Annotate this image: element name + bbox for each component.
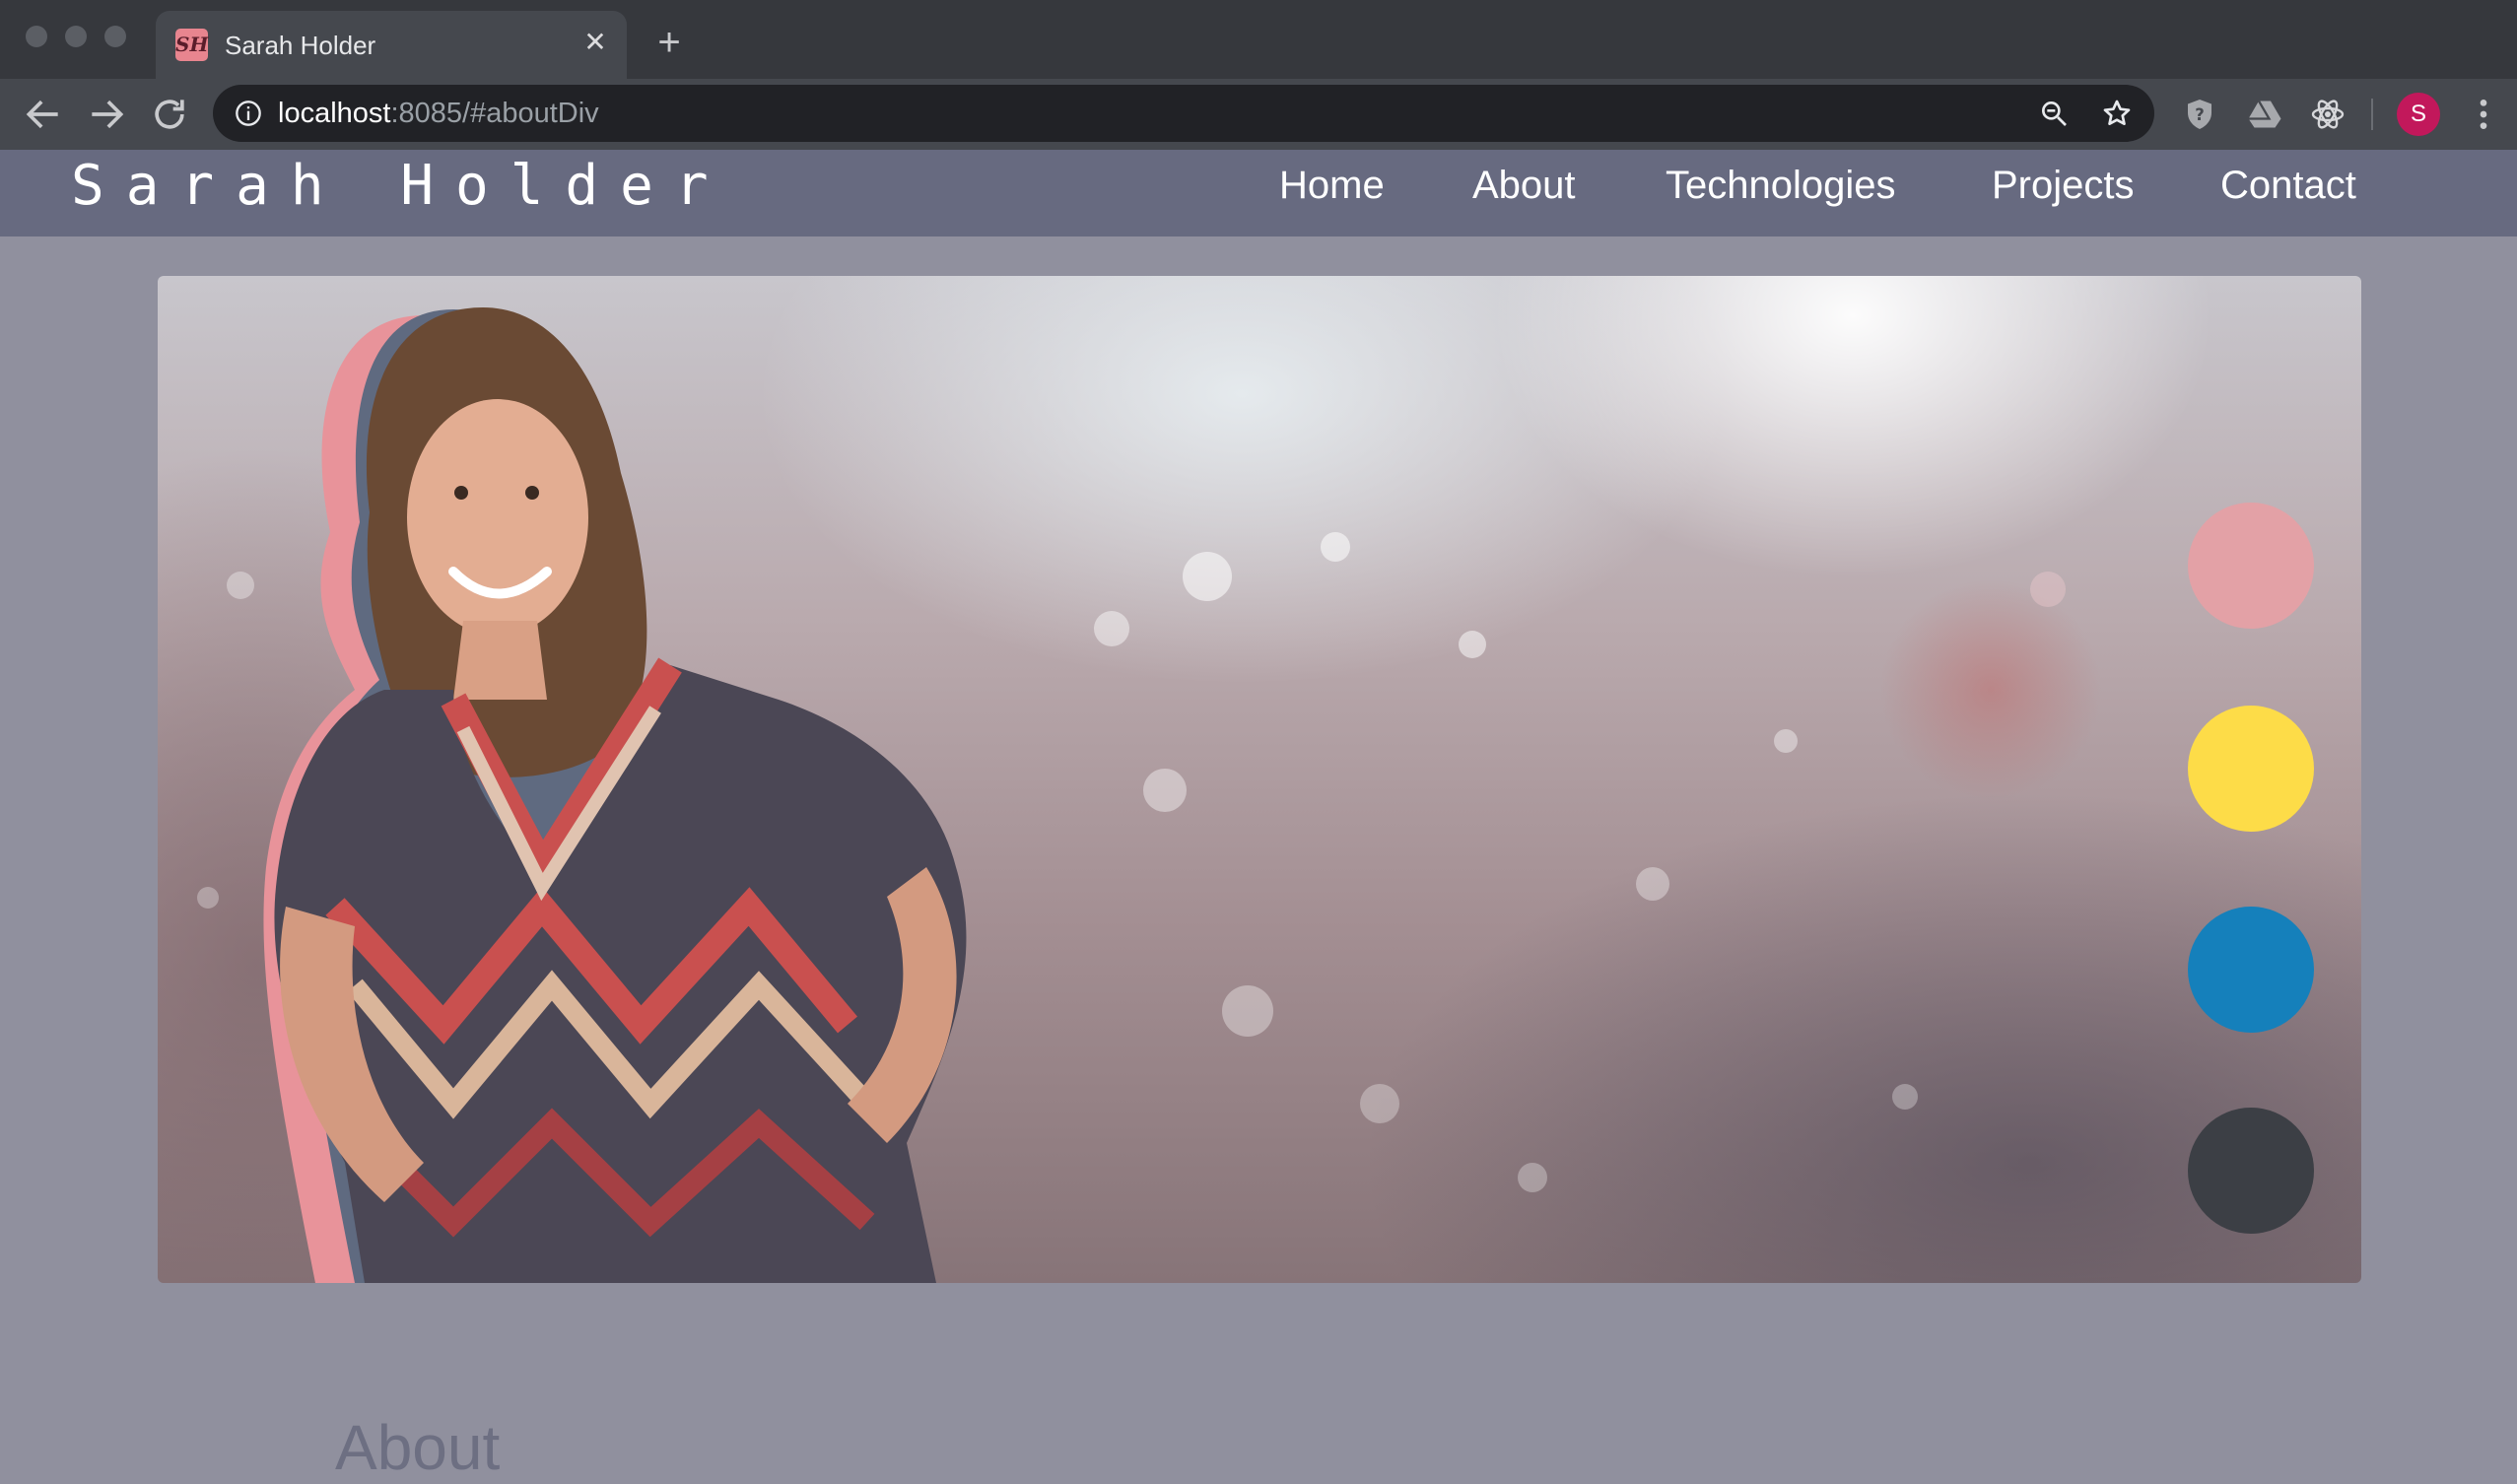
zoom-icon[interactable] xyxy=(2038,98,2070,129)
nav-projects[interactable]: Projects xyxy=(1992,164,2135,208)
site-brand[interactable]: Sarah Holder xyxy=(71,154,730,218)
color-swatch-charcoal[interactable] xyxy=(2188,1108,2314,1234)
tab-favicon: SH xyxy=(175,29,208,61)
url-text: localhost:8085/#aboutDiv xyxy=(278,98,599,130)
bokeh-light xyxy=(1518,1163,1547,1192)
browser-tab-active[interactable]: SH Sarah Holder ✕ xyxy=(156,11,627,79)
window-close-control[interactable] xyxy=(26,26,47,47)
nav-home[interactable]: Home xyxy=(1279,164,1385,208)
forward-icon[interactable] xyxy=(85,93,128,136)
bokeh-light xyxy=(1321,532,1350,562)
hero-banner xyxy=(158,276,2361,1283)
nav-about[interactable]: About xyxy=(1472,164,1576,208)
new-tab-icon[interactable]: + xyxy=(646,20,692,65)
tab-title: Sarah Holder xyxy=(225,31,376,60)
bokeh-light xyxy=(1143,769,1187,812)
bokeh-light xyxy=(1459,631,1486,658)
bokeh-light xyxy=(2030,572,2066,607)
info-icon[interactable] xyxy=(235,100,262,127)
url-host: localhost xyxy=(278,98,391,129)
tab-close-icon[interactable]: ✕ xyxy=(578,25,613,60)
react-extension-icon[interactable] xyxy=(2310,97,2346,132)
color-swatch-blue[interactable] xyxy=(2188,907,2314,1033)
window-zoom-control[interactable] xyxy=(104,26,126,47)
browser-tab-strip: SH Sarah Holder ✕ + xyxy=(0,0,2517,79)
bokeh-light xyxy=(1774,729,1798,753)
menu-icon[interactable] xyxy=(2464,95,2503,134)
bokeh-light xyxy=(1222,985,1273,1037)
site-header: Sarah Holder Home About Technologies Pro… xyxy=(0,150,2517,236)
about-heading: About xyxy=(335,1412,501,1483)
nav-technologies[interactable]: Technologies xyxy=(1666,164,1896,208)
back-icon[interactable] xyxy=(22,93,65,136)
color-swatch-pink[interactable] xyxy=(2188,503,2314,629)
star-icon[interactable] xyxy=(2101,98,2133,129)
shield-extension-icon[interactable]: ? xyxy=(2182,97,2217,132)
reload-icon[interactable] xyxy=(148,93,191,136)
svg-text:?: ? xyxy=(2195,105,2205,124)
bokeh-light xyxy=(1183,552,1232,601)
bokeh-light xyxy=(1636,867,1669,901)
url-path: :8085/#aboutDiv xyxy=(390,98,599,129)
color-swatch-yellow[interactable] xyxy=(2188,706,2314,832)
nav-contact[interactable]: Contact xyxy=(2220,164,2356,208)
profile-avatar[interactable]: S xyxy=(2397,93,2440,136)
window-minimize-control[interactable] xyxy=(65,26,87,47)
drive-extension-icon[interactable] xyxy=(2247,97,2282,132)
toolbar-divider xyxy=(2371,99,2373,130)
portrait-image xyxy=(263,307,967,1283)
address-bar[interactable]: localhost:8085/#aboutDiv xyxy=(213,85,2154,142)
bokeh-light xyxy=(1892,1084,1918,1110)
browser-toolbar: localhost:8085/#aboutDiv ? S xyxy=(0,79,2517,150)
bokeh-light xyxy=(1360,1084,1399,1123)
